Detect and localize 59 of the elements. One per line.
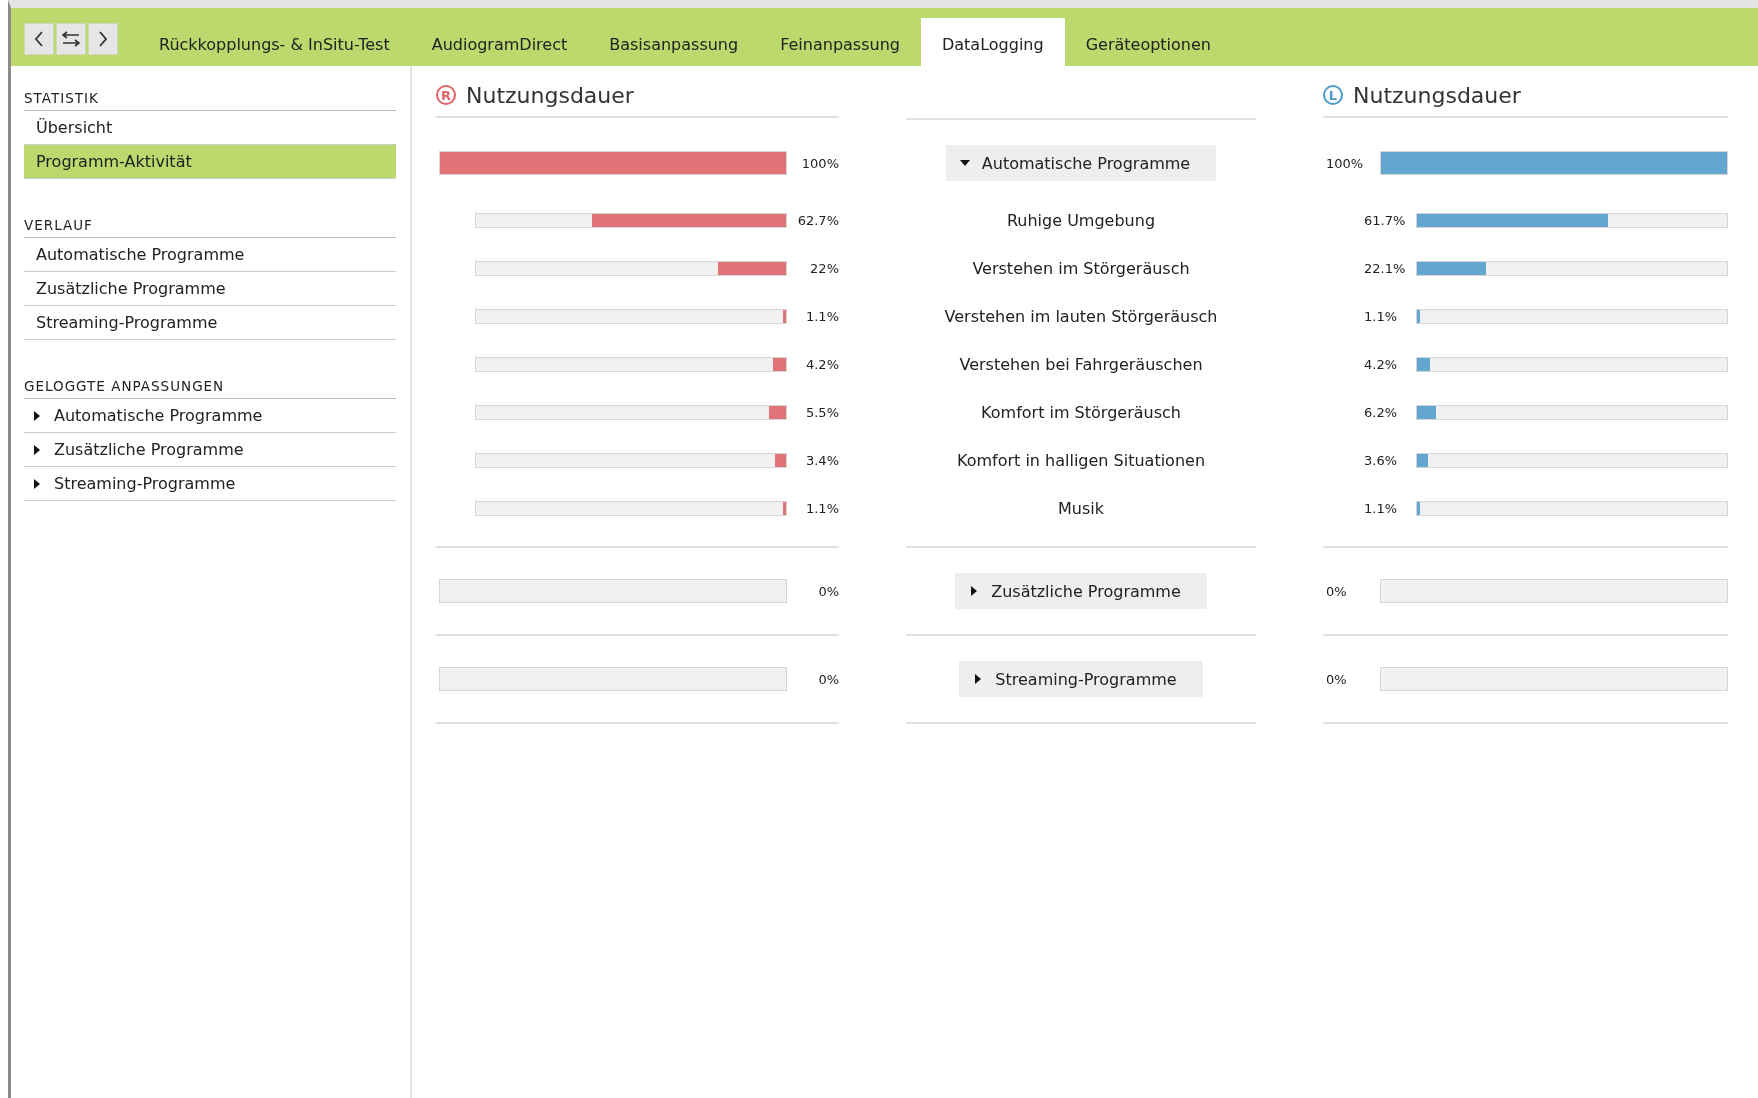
tab[interactable]: DataLogging <box>920 18 1065 66</box>
panel-title: Nutzungsdauer <box>1353 82 1521 108</box>
group-toggle-button[interactable]: Streaming-Programme <box>959 661 1203 697</box>
section-heading: GELOGGTE ANPASSUNGEN <box>24 372 396 399</box>
panel-title: Nutzungsdauer <box>466 82 634 108</box>
percentage-label: 0% <box>817 671 839 687</box>
percentage-label: 4.2% <box>1364 356 1399 372</box>
percentage-label: 1.1% <box>804 308 839 324</box>
tab[interactable]: Rückkopplungs- & InSitu-Test <box>138 18 411 66</box>
sidebar-item[interactable]: Streaming-Programme <box>24 467 396 501</box>
program-name: Verstehen im Störgeräusch <box>972 258 1190 278</box>
tab[interactable]: AudiogramDirect <box>410 18 589 66</box>
chevron-left-icon <box>34 31 44 47</box>
percentage-label: 1.1% <box>1364 500 1399 516</box>
program-name: Komfort in halligen Situationen <box>956 450 1206 470</box>
percentage-label: 5.5% <box>804 404 839 420</box>
sidebar-item[interactable]: Zusätzliche Programme <box>24 272 396 306</box>
group-toggle-button[interactable]: Zusätzliche Programme <box>955 573 1207 609</box>
sidebar-item-label: Zusätzliche Programme <box>54 440 244 459</box>
ear-marker: R <box>436 85 456 105</box>
percentage-label: 100% <box>1326 155 1365 171</box>
chevron-right-icon <box>98 31 108 47</box>
percentage-label: 100% <box>800 155 839 171</box>
percentage-label: 0% <box>1326 671 1348 687</box>
percentage-label: 62.7% <box>796 212 839 228</box>
program-name: Verstehen bei Fahrgeräuschen <box>959 354 1203 374</box>
group-toggle-button[interactable]: Automatische Programme <box>945 145 1217 181</box>
sidebar-item[interactable]: Automatische Programme <box>24 399 396 433</box>
section-heading: VERLAUF <box>24 211 396 238</box>
sidebar-item[interactable]: Zusätzliche Programme <box>24 433 396 467</box>
forward-button[interactable] <box>88 23 118 55</box>
swap-arrows-icon <box>61 31 81 47</box>
percentage-label: 0% <box>817 583 839 599</box>
program-name: Musik <box>1058 498 1104 518</box>
percentage-label: 4.2% <box>804 356 839 372</box>
percentage-label: 22.1% <box>1364 260 1407 276</box>
program-name: Ruhige Umgebung <box>1006 210 1156 230</box>
sidebar-item[interactable]: Programm-Aktivität <box>24 145 396 179</box>
back-button[interactable] <box>24 23 54 55</box>
percentage-label: 1.1% <box>804 500 839 516</box>
percentage-label: 0% <box>1326 583 1348 599</box>
tab[interactable]: Feinanpassung <box>759 18 921 66</box>
section-heading: STATISTIK <box>24 84 396 111</box>
percentage-label: 3.4% <box>804 452 839 468</box>
percentage-label: 22% <box>809 260 839 276</box>
program-name: Komfort im Störgeräusch <box>981 402 1181 422</box>
sidebar-item-label: Automatische Programme <box>54 406 263 425</box>
percentage-label: 6.2% <box>1364 404 1399 420</box>
percentage-label: 3.6% <box>1364 452 1399 468</box>
percentage-label: 1.1% <box>1364 308 1399 324</box>
program-name: Verstehen im lauten Störgeräusch <box>944 306 1218 326</box>
tab[interactable]: Basisanpassung <box>588 18 760 66</box>
ear-marker: L <box>1323 85 1343 105</box>
sidebar-item[interactable]: Automatische Programme <box>24 238 396 272</box>
swap-button[interactable] <box>56 23 86 55</box>
sidebar-item-label: Streaming-Programme <box>54 474 236 493</box>
percentage-label: 61.7% <box>1364 212 1407 228</box>
tab[interactable]: Geräteoptionen <box>1064 18 1232 66</box>
sidebar-item[interactable]: Streaming-Programme <box>24 306 396 340</box>
